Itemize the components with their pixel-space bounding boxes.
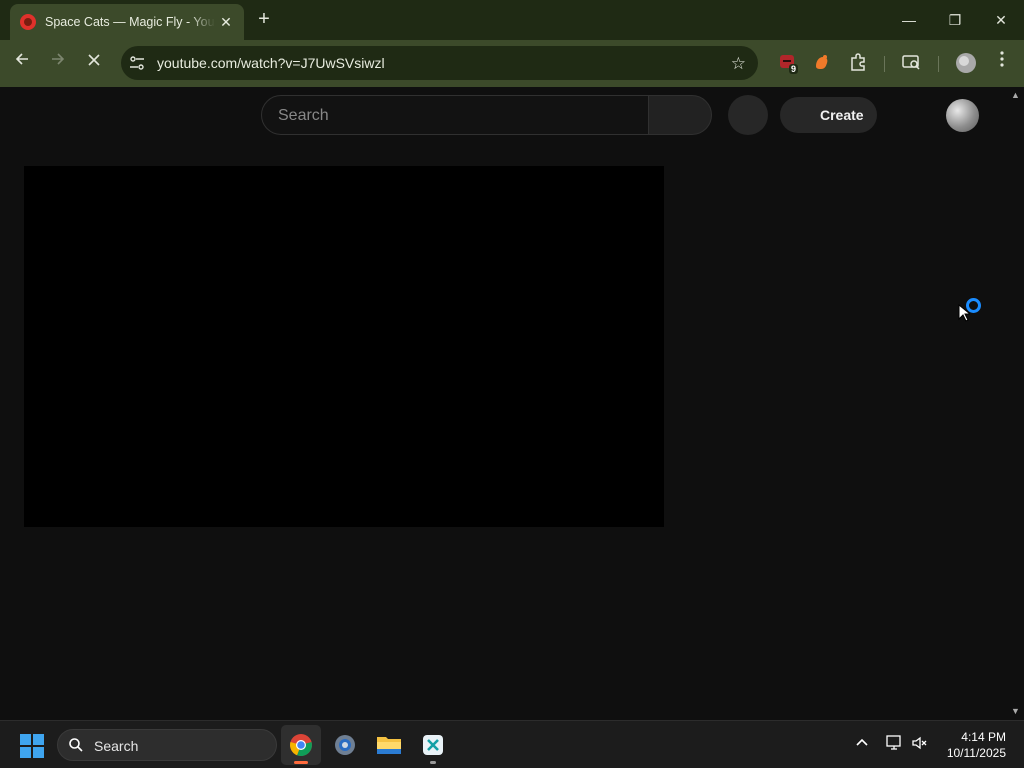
scroll-up-arrow-icon[interactable]: ▲ — [1011, 90, 1020, 100]
scroll-down-arrow-icon[interactable]: ▼ — [1011, 706, 1020, 716]
create-button[interactable]: Create — [780, 97, 877, 133]
clock-time: 4:14 PM — [961, 730, 1006, 744]
taskbar-search-label: Search — [94, 738, 139, 754]
vertical-dots-icon — [1000, 51, 1004, 67]
browser-toolbar: youtube.com/watch?v=J7UwSVsiwzl ☆ 9 — [0, 40, 1024, 87]
taskbar-file-explorer[interactable] — [369, 725, 409, 765]
system-clock[interactable]: 4:14 PM 10/11/2025 — [947, 729, 1006, 761]
close-window-button[interactable]: ✕ — [986, 8, 1016, 32]
stop-loading-button[interactable] — [82, 51, 106, 75]
extension-orange-button[interactable] — [812, 52, 834, 74]
tab-title: Space Cats — Magic Fly - YouTube — [45, 15, 215, 29]
windows-taskbar: Search 4:14 PM 10/11/2025 — [0, 720, 1024, 768]
taskbar-search-box[interactable]: Search — [57, 729, 277, 761]
tab-search-icon — [902, 55, 920, 70]
profile-avatar-icon — [956, 53, 976, 73]
volume-muted-icon[interactable] — [911, 735, 929, 754]
folder-icon — [377, 737, 401, 754]
back-arrow-icon — [15, 53, 28, 65]
running-app-indicator — [430, 761, 436, 764]
windows-start-icon[interactable] — [20, 734, 44, 758]
minimize-button[interactable]: — — [894, 8, 924, 32]
forward-arrow-icon — [52, 53, 65, 65]
bookmark-star-icon[interactable]: ☆ — [731, 54, 746, 74]
restore-button[interactable]: ❐ — [940, 8, 970, 32]
extensions-puzzle-button[interactable] — [848, 52, 870, 74]
taskbar-xcode-app[interactable] — [413, 725, 453, 765]
show-hidden-icons-chevron-icon[interactable] — [855, 735, 869, 752]
browser-menu-button[interactable] — [990, 51, 1014, 75]
video-player[interactable] — [24, 166, 664, 527]
taskbar-settings[interactable] — [325, 725, 365, 765]
extension-red-button[interactable]: 9 — [777, 52, 799, 74]
youtube-favicon-icon — [20, 14, 36, 30]
toolbar-divider — [884, 56, 885, 72]
puzzle-piece-icon — [851, 53, 865, 71]
search-icon — [69, 738, 83, 752]
create-label: Create — [820, 107, 864, 123]
forward-button[interactable] — [46, 51, 70, 75]
tab-close-icon[interactable]: ✕ — [218, 14, 234, 31]
network-icon[interactable] — [885, 735, 903, 754]
youtube-search-button[interactable] — [648, 95, 712, 135]
stop-x-icon — [88, 54, 100, 66]
search-placeholder: Search — [278, 107, 329, 124]
browser-tab-active[interactable]: Space Cats — Magic Fly - YouTube ✕ — [10, 4, 244, 40]
site-info-icon[interactable] — [129, 55, 145, 71]
clock-date: 10/11/2025 — [946, 746, 1006, 760]
voice-search-button[interactable] — [728, 95, 768, 135]
back-button[interactable] — [10, 51, 34, 75]
orange-hand-extension-icon — [816, 55, 828, 69]
toolbar-divider — [938, 56, 939, 72]
mouse-cursor-icon — [958, 304, 970, 322]
account-avatar[interactable] — [946, 99, 979, 132]
address-bar[interactable]: youtube.com/watch?v=J7UwSVsiwzl ☆ — [121, 46, 758, 80]
url-text[interactable]: youtube.com/watch?v=J7UwSVsiwzl — [157, 55, 385, 71]
new-tab-button[interactable]: + — [253, 8, 275, 30]
app-x-icon — [423, 735, 443, 755]
cast-search-button[interactable] — [901, 52, 923, 74]
settings-gear-icon — [335, 735, 355, 755]
extension-badge: 9 — [789, 64, 799, 74]
taskbar-chrome[interactable] — [281, 725, 321, 765]
active-app-indicator — [294, 761, 308, 764]
profile-button[interactable] — [955, 52, 977, 74]
browser-tab-bar: Space Cats — Magic Fly - YouTube ✕ + — ❐… — [0, 0, 1024, 40]
youtube-page: Search Create ▲ ▼ — [0, 87, 1024, 720]
chrome-icon — [290, 734, 312, 757]
youtube-search-input[interactable]: Search — [261, 95, 649, 135]
